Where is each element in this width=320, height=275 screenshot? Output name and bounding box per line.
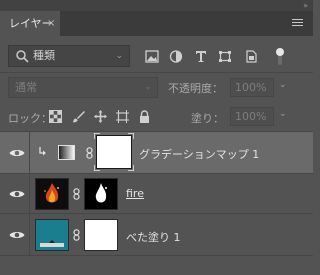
visibility-eye-icon[interactable]	[9, 148, 25, 158]
mask-link-icon[interactable]	[73, 188, 80, 200]
color-slider-icon	[40, 240, 64, 247]
layer-name[interactable]: べた塗り 1	[126, 229, 181, 245]
smart-object-filter-icon[interactable]	[244, 50, 258, 63]
layer-kind-filter-label: 種類	[33, 49, 55, 62]
divider	[29, 214, 30, 256]
divider	[29, 174, 30, 214]
lock-label: ロック：	[8, 112, 52, 125]
lock-image-icon[interactable]	[72, 110, 85, 123]
divider	[0, 72, 313, 73]
fire-mask-shape-icon	[95, 183, 107, 203]
collapse-panel-icon[interactable]: »	[303, 1, 308, 10]
shape-filter-icon[interactable]	[218, 50, 232, 63]
fill-label: 塗り：	[191, 112, 224, 125]
divider	[29, 132, 30, 174]
fire-layer-thumbnail[interactable]	[35, 178, 69, 210]
panel-tab-bar: レイヤー ×	[0, 11, 313, 36]
layer-name[interactable]: グラデーションマップ 1	[139, 146, 259, 162]
panel-menu-icon[interactable]	[292, 19, 303, 28]
opacity-input[interactable]: 100%	[230, 78, 274, 97]
solid-fill-thumbnail[interactable]	[35, 219, 69, 251]
visibility-eye-icon[interactable]	[9, 230, 25, 240]
lock-position-icon[interactable]	[94, 110, 107, 123]
fill-chevron-icon[interactable]: ⌄	[279, 109, 287, 119]
opacity-label: 不透明度：	[168, 82, 223, 95]
adjustment-filter-icon[interactable]	[169, 50, 183, 63]
lock-artboard-icon[interactable]	[116, 110, 129, 123]
mask-link-icon[interactable]	[86, 147, 93, 159]
mask-link-icon[interactable]	[73, 229, 80, 241]
tab-layers[interactable]: レイヤー ×	[0, 11, 60, 36]
tab-close-icon[interactable]: ×	[47, 11, 55, 36]
image-filter-icon[interactable]	[145, 50, 159, 63]
filter-toggle-icon[interactable]	[275, 47, 285, 66]
layer-mask-thumbnail[interactable]	[84, 178, 118, 210]
clipping-mask-arrow-icon	[39, 147, 46, 156]
layer-row-solid-fill[interactable]: べた塗り 1	[0, 214, 313, 256]
blend-mode-select[interactable]: 通常 ⌄	[8, 77, 158, 98]
blend-mode-value: 通常	[15, 81, 37, 94]
fill-input[interactable]: 100%	[230, 107, 274, 126]
gradient-map-adjustment-icon	[58, 145, 75, 160]
lock-transparent-icon[interactable]	[49, 110, 62, 123]
type-filter-icon[interactable]	[194, 50, 208, 63]
visibility-eye-icon[interactable]	[9, 189, 25, 199]
fire-image-icon	[44, 183, 59, 203]
layer-kind-filter[interactable]: 種類 ⌄	[8, 45, 130, 67]
layer-name[interactable]: fire	[126, 187, 144, 200]
mask-selected-frame-icon	[94, 133, 134, 171]
layer-row-gradient-map[interactable]: グラデーションマップ 1	[0, 132, 313, 174]
layer-mask-thumbnail[interactable]	[84, 219, 118, 251]
search-icon	[16, 50, 29, 63]
lock-all-icon[interactable]	[138, 110, 151, 123]
chevron-down-icon: ⌄	[115, 51, 123, 61]
opacity-chevron-icon[interactable]: ⌄	[279, 80, 287, 90]
chevron-down-icon: ⌄	[144, 82, 152, 92]
layer-mask-thumbnail[interactable]	[94, 133, 134, 171]
layer-row-fire[interactable]: fire	[0, 174, 313, 214]
layers-panel: » レイヤー × 種類 ⌄ 通常 ⌄ 不透明度： 100% ⌄ ロック： 塗り：…	[0, 0, 313, 275]
panel-top-strip[interactable]: »	[0, 0, 313, 11]
